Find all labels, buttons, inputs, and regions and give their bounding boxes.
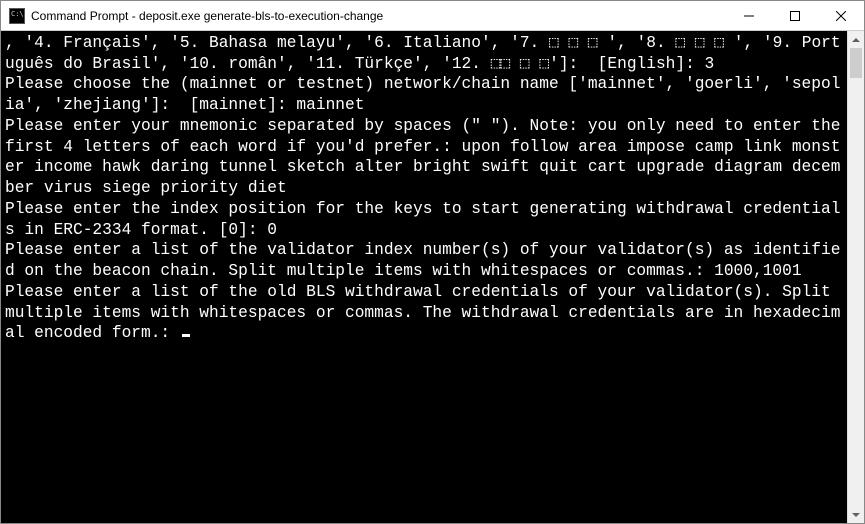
terminal-wrapper: , '4. Français', '5. Bahasa melayu', '6.…	[1, 31, 864, 523]
close-button[interactable]	[818, 1, 864, 30]
window-titlebar: Command Prompt - deposit.exe generate-bl…	[1, 1, 864, 31]
window-title: Command Prompt - deposit.exe generate-bl…	[31, 9, 726, 23]
minimize-button[interactable]	[726, 1, 772, 30]
scrollbar-thumb[interactable]	[850, 48, 862, 78]
scroll-down-arrow[interactable]	[848, 506, 864, 523]
scroll-up-arrow[interactable]	[848, 31, 864, 48]
terminal-output: , '4. Français', '5. Bahasa melayu', '6.…	[5, 34, 847, 342]
vertical-scrollbar[interactable]	[847, 31, 864, 523]
terminal-cursor	[182, 334, 190, 337]
window-controls	[726, 1, 864, 30]
maximize-button[interactable]	[772, 1, 818, 30]
terminal-area[interactable]: , '4. Français', '5. Bahasa melayu', '6.…	[1, 31, 847, 523]
cmd-icon	[9, 8, 25, 24]
